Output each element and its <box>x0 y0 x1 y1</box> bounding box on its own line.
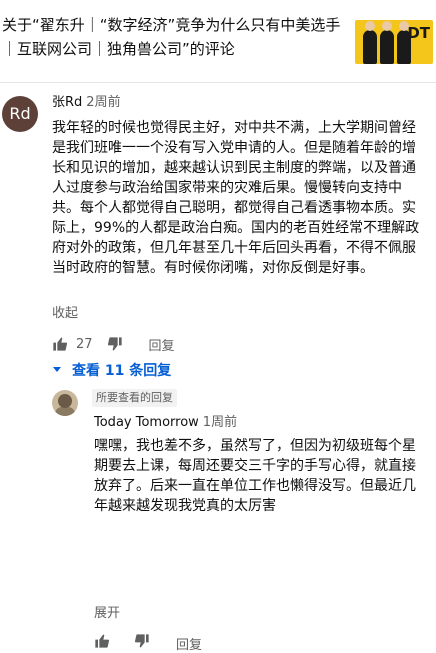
thumbnail-logo: DT <box>407 24 430 42</box>
view-replies-label: 查看 11 条回复 <box>72 363 172 379</box>
thumbs-down-icon[interactable] <box>134 633 150 653</box>
comment-author[interactable]: 张Rd <box>52 95 82 110</box>
comment-meta: 张Rd 2周前 <box>52 94 121 112</box>
video-title: 关于“翟东升｜“数字经济”竞争为什么只有中美选手｜互联网公司｜独角兽公司”的评论 <box>2 16 341 58</box>
avatar[interactable]: Rd <box>2 96 38 132</box>
comment-actions: 27 回复 <box>52 334 175 354</box>
caret-down-icon <box>52 362 72 378</box>
reply-time[interactable]: 1周前 <box>203 415 237 430</box>
reply-button[interactable]: 回复 <box>149 335 175 354</box>
reply-actions: 回复 <box>94 633 202 653</box>
video-header: 关于“翟东升｜“数字经济”竞争为什么只有中美选手｜互联网公司｜独角兽公司”的评论… <box>0 0 436 83</box>
reply-meta: Today Tomorrow 1周前 <box>94 414 237 432</box>
collapse-button[interactable]: 收起 <box>52 302 78 321</box>
comment-time[interactable]: 2周前 <box>86 95 120 110</box>
avatar[interactable] <box>52 390 78 416</box>
thumbs-up-icon[interactable] <box>52 336 68 352</box>
thumbs-down-icon[interactable] <box>107 336 123 352</box>
reply-button[interactable]: 回复 <box>176 634 202 653</box>
video-thumbnail[interactable]: DT <box>355 20 433 64</box>
reply-text: 嘿嘿，我也差不多，虽然写了，但因为初级班每个星期要去上课，每周还要交三千字的手写… <box>94 438 416 514</box>
like-count: 27 <box>76 336 93 352</box>
thumbs-up-icon[interactable] <box>94 633 110 653</box>
reply-author[interactable]: Today Tomorrow <box>94 415 199 430</box>
highlighted-reply-badge: 所要查看的回复 <box>92 389 177 407</box>
view-replies-button[interactable]: 查看 11 条回复 <box>52 360 171 380</box>
expand-button[interactable]: 展开 <box>94 602 120 621</box>
comment-text: 我年轻的时候也觉得民主好，对中共不满，上大学期间曾经是我们班唯一一个没有写入党申… <box>52 120 420 276</box>
